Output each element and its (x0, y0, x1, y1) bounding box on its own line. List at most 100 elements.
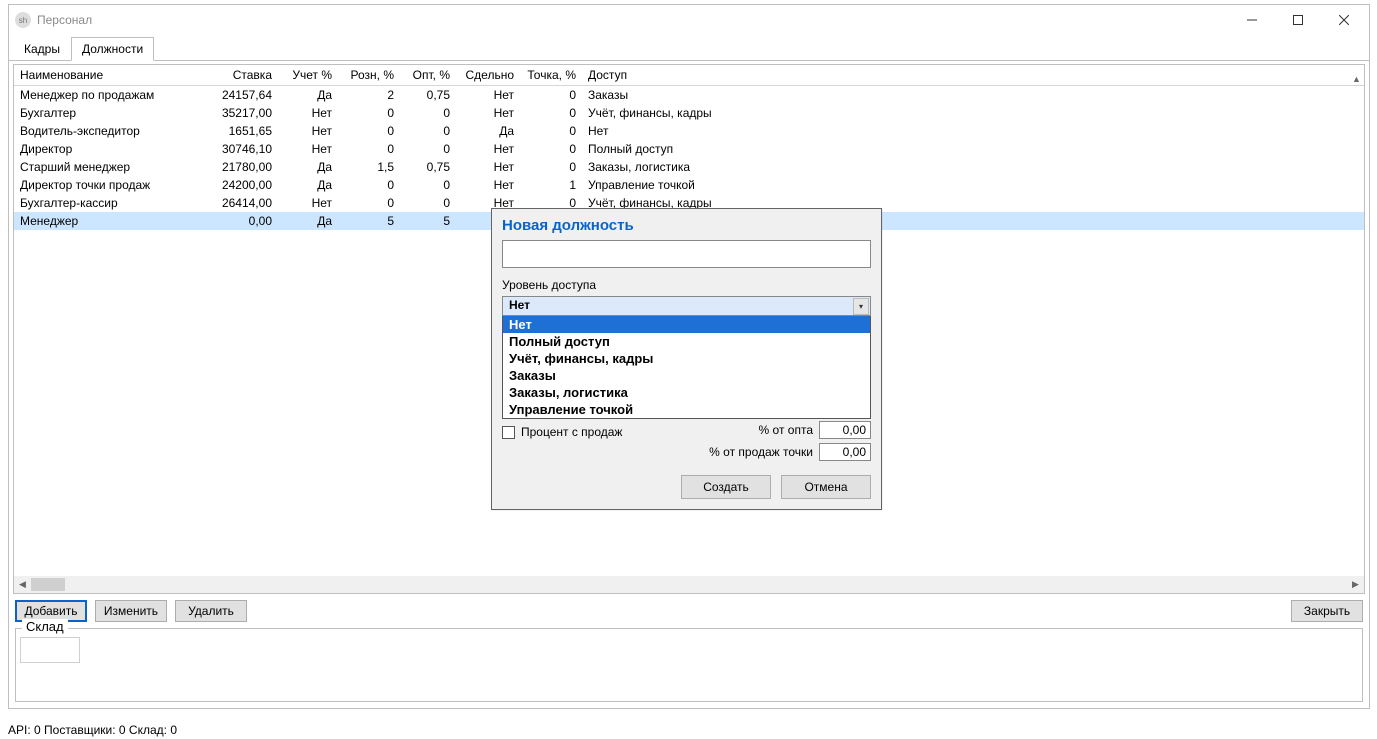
sklad-label: Склад (22, 619, 68, 634)
col-opt[interactable]: Опт, % (400, 65, 456, 86)
cell: Управление точкой (582, 176, 1364, 194)
horizontal-scrollbar[interactable]: ◀ ▶ (14, 576, 1364, 593)
cell: 0 (338, 140, 400, 158)
cell: 0 (338, 104, 400, 122)
close-button[interactable] (1321, 5, 1367, 35)
new-position-dialog: Новая должность Уровень доступа Нет ▾ Не… (491, 208, 882, 510)
position-name-input[interactable] (502, 240, 871, 268)
positions-table: Наименование Ставка Учет % Розн, % Опт, … (14, 65, 1364, 230)
cell: 0 (400, 122, 456, 140)
maximize-button[interactable] (1275, 5, 1321, 35)
combo-option[interactable]: Управление точкой (503, 401, 870, 418)
combo-option[interactable]: Нет (503, 316, 870, 333)
close-panel-button[interactable]: Закрыть (1291, 600, 1363, 622)
scroll-track[interactable] (31, 576, 1347, 593)
combo-option[interactable]: Заказы, логистика (503, 384, 870, 401)
table-row[interactable]: Бухгалтер35217,00Нет00Нет0Учёт, финансы,… (14, 104, 1364, 122)
dialog-buttons: Создать Отмена (492, 463, 881, 509)
edit-button[interactable]: Изменить (95, 600, 167, 622)
cell: Учёт, финансы, кадры (582, 104, 1364, 122)
cell: 0,75 (400, 158, 456, 176)
status-bar: API: 0 Поставщики: 0 Склад: 0 (8, 723, 177, 737)
button-row: Добавить Изменить Удалить Закрыть (9, 594, 1369, 628)
create-button[interactable]: Создать (681, 475, 771, 499)
cell: Нет (278, 122, 338, 140)
cell: Нет (278, 140, 338, 158)
cell: 0 (400, 140, 456, 158)
col-uchet[interactable]: Учет % (278, 65, 338, 86)
col-tochka[interactable]: Точка, % (520, 65, 582, 86)
cell: Нет (456, 86, 520, 105)
pct-point-row: % от продаж точки 0,00 (492, 441, 881, 463)
cell: Да (456, 122, 520, 140)
tab-bar: Кадры Должности (9, 35, 1369, 61)
cell: 0 (400, 194, 456, 212)
table-row[interactable]: Водитель-экспедитор1651,65Нет00Да0Нет (14, 122, 1364, 140)
access-level-dropdown-list: НетПолный доступУчёт, финансы, кадрыЗака… (502, 316, 871, 419)
sklad-box[interactable] (20, 637, 80, 663)
cell: Бухгалтер (14, 104, 192, 122)
cell: Нет (456, 158, 520, 176)
sklad-panel: Склад (15, 628, 1363, 702)
cell: Нет (582, 122, 1364, 140)
tab-dolzhnosti[interactable]: Должности (71, 37, 154, 61)
cell: Нет (456, 176, 520, 194)
window-controls (1229, 5, 1367, 35)
cell: 1651,65 (192, 122, 278, 140)
cell: Бухгалтер-кассир (14, 194, 192, 212)
percent-sales-label: Процент с продаж (521, 425, 622, 439)
access-level-combo[interactable]: Нет ▾ (502, 296, 871, 316)
tab-kadry[interactable]: Кадры (13, 37, 71, 61)
cell: 21780,00 (192, 158, 278, 176)
cell: 0 (400, 104, 456, 122)
minimize-button[interactable] (1229, 5, 1275, 35)
col-rozn[interactable]: Розн, % (338, 65, 400, 86)
cell: 0,00 (192, 212, 278, 230)
pct-opt-input[interactable]: 0,00 (819, 421, 871, 439)
cell: 2 (338, 86, 400, 105)
percent-sales-checkbox[interactable] (502, 426, 515, 439)
cell: 35217,00 (192, 104, 278, 122)
cell: 0 (520, 158, 582, 176)
table-row[interactable]: Старший менеджер21780,00Да1,50,75Нет0Зак… (14, 158, 1364, 176)
cell: Нет (278, 194, 338, 212)
table-row[interactable]: Менеджер по продажам24157,64Да20,75Нет0З… (14, 86, 1364, 105)
col-sdelno[interactable]: Сдельно (456, 65, 520, 86)
table-header-row: Наименование Ставка Учет % Розн, % Опт, … (14, 65, 1364, 86)
table-row[interactable]: Директор точки продаж24200,00Да00Нет1Упр… (14, 176, 1364, 194)
combo-option[interactable]: Полный доступ (503, 333, 870, 350)
cell: Менеджер по продажам (14, 86, 192, 105)
pct-opt-row: % от опта 0,00 (749, 419, 881, 441)
cancel-button[interactable]: Отмена (781, 475, 871, 499)
cell: Водитель-экспедитор (14, 122, 192, 140)
cell: Да (278, 158, 338, 176)
percent-sales-checkbox-row: Процент с продаж (492, 419, 632, 441)
cell: 0 (520, 86, 582, 105)
cell: Директор точки продаж (14, 176, 192, 194)
cell: 24200,00 (192, 176, 278, 194)
table-row[interactable]: Директор30746,10Нет00Нет0Полный доступ (14, 140, 1364, 158)
col-rate[interactable]: Ставка (192, 65, 278, 86)
col-name[interactable]: Наименование (14, 65, 192, 86)
cell: 26414,00 (192, 194, 278, 212)
pct-opt-label: % от опта (759, 423, 813, 437)
cell: Нет (456, 104, 520, 122)
combo-option[interactable]: Учёт, финансы, кадры (503, 350, 870, 367)
cell: 30746,10 (192, 140, 278, 158)
delete-button[interactable]: Удалить (175, 600, 247, 622)
cell: Заказы, логистика (582, 158, 1364, 176)
scroll-thumb[interactable] (31, 578, 65, 591)
combo-option[interactable]: Заказы (503, 367, 870, 384)
cell: Заказы (582, 86, 1364, 105)
col-access[interactable]: Доступ (582, 65, 1364, 86)
cell: 0 (400, 176, 456, 194)
scroll-right-arrow[interactable]: ▶ (1347, 576, 1364, 593)
cell: 0,75 (400, 86, 456, 105)
cell: Директор (14, 140, 192, 158)
cell: 1 (520, 176, 582, 194)
pct-point-input[interactable]: 0,00 (819, 443, 871, 461)
scroll-left-arrow[interactable]: ◀ (14, 576, 31, 593)
cell: Нет (278, 104, 338, 122)
window-title: Персонал (37, 13, 1229, 27)
combo-dropdown-button[interactable]: ▾ (853, 298, 869, 315)
